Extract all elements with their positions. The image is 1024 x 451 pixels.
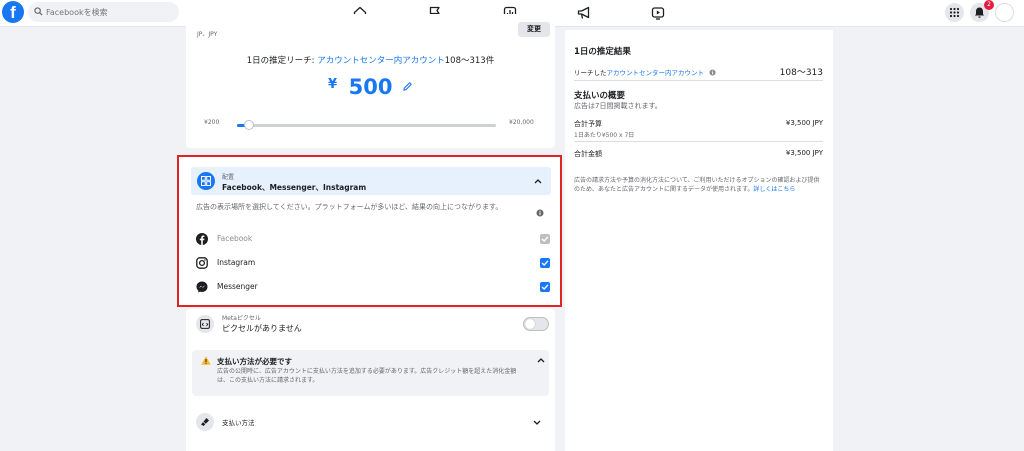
change-button[interactable]: 変更 bbox=[518, 22, 550, 37]
info-icon[interactable] bbox=[709, 69, 716, 76]
payment-method-icon-wrap bbox=[196, 413, 214, 431]
instagram-label: Instagram bbox=[217, 258, 256, 267]
instagram-icon bbox=[196, 257, 208, 269]
menu-grid-button[interactable] bbox=[945, 3, 964, 22]
total-budget-label: 合計予算 bbox=[574, 120, 602, 128]
search-icon bbox=[34, 7, 43, 16]
divider bbox=[574, 141, 823, 142]
budget-amount[interactable]: ¥ 500 bbox=[186, 75, 555, 99]
search-box[interactable] bbox=[28, 2, 179, 22]
video-icon[interactable] bbox=[650, 5, 666, 21]
messenger-label: Messenger bbox=[217, 282, 258, 291]
learn-more-link[interactable]: 詳しくはこちら bbox=[753, 186, 795, 193]
summary-reach-link[interactable]: アカウントセンター内アカウント bbox=[607, 69, 705, 77]
chevron-down-icon[interactable] bbox=[533, 420, 541, 426]
payment-warning-banner: 支払い方法が必要です 広告の公開時に、広告アカウントに支払い方法を追加する必要が… bbox=[192, 350, 549, 396]
location-label-clipped bbox=[197, 17, 297, 21]
divider bbox=[574, 80, 823, 81]
pixel-label: Metaピクセル bbox=[222, 315, 261, 322]
payment-summary-title: 支払いの概要 bbox=[574, 91, 626, 101]
pixel-icon-wrap bbox=[196, 315, 214, 333]
amount-value: 500 bbox=[348, 75, 393, 99]
warning-icon bbox=[201, 356, 211, 365]
summary-panel: 1日の推定結果 リーチしたアカウントセンター内アカウント 108〜313 支払い… bbox=[565, 30, 833, 451]
placement-value: Facebook、Messenger、Instagram bbox=[222, 183, 367, 192]
total-budget-value: ¥3,500 JPY bbox=[785, 119, 823, 127]
currency-symbol: ¥ bbox=[327, 77, 338, 92]
facebook-checkbox[interactable] bbox=[540, 234, 550, 244]
budget-slider-handle[interactable] bbox=[244, 120, 255, 130]
placement-row-facebook[interactable]: Facebook bbox=[196, 232, 551, 246]
grid-icon bbox=[949, 7, 960, 18]
placement-highlight-box: 配置 Facebook、Messenger、Instagram 広告の表示場所を… bbox=[177, 155, 562, 307]
pixel-toggle-knob bbox=[525, 319, 535, 329]
reach-account-link[interactable]: アカウントセンター内アカウント bbox=[317, 56, 445, 66]
total-amount-label: 合計金額 bbox=[574, 150, 602, 158]
instagram-checkbox[interactable] bbox=[540, 258, 550, 268]
credit-card-icon bbox=[201, 418, 209, 426]
location-value: JP、JPY bbox=[197, 31, 218, 38]
reach-range: 108〜313件 bbox=[444, 56, 495, 66]
daily-breakdown: 1日あたり¥500 x 7日 bbox=[574, 132, 635, 139]
slider-min-label: ¥200 bbox=[204, 119, 220, 126]
summary-reach-label: リーチした bbox=[574, 69, 607, 77]
facebook-icon bbox=[196, 233, 208, 245]
messenger-icon bbox=[196, 281, 208, 293]
messenger-checkbox[interactable] bbox=[540, 282, 550, 292]
pencil-icon[interactable] bbox=[402, 81, 413, 92]
pixel-toggle[interactable] bbox=[523, 317, 549, 331]
info-icon[interactable] bbox=[536, 209, 544, 217]
estimated-reach: 1日の推定リーチ: アカウントセンター内アカウント108〜313件 bbox=[186, 54, 555, 66]
search-input[interactable] bbox=[46, 4, 174, 20]
code-icon bbox=[200, 319, 210, 329]
payment-warning-title: 支払い方法が必要です bbox=[217, 357, 292, 366]
payment-method-row[interactable]: 支払い方法 bbox=[186, 406, 555, 438]
pixel-value: ピクセルがありません bbox=[222, 324, 302, 333]
facebook-logo[interactable]: f bbox=[2, 1, 24, 23]
placement-row-messenger[interactable]: Messenger bbox=[196, 280, 551, 294]
billing-disclaimer: 広告の請求方法や予算の消化方法について、ご利用いただけるオプションの確認および提… bbox=[574, 176, 825, 194]
notification-badge: 2 bbox=[984, 0, 994, 10]
budget-card: JP、JPY 変更 1日の推定リーチ: アカウントセンター内アカウント108〜3… bbox=[186, 14, 555, 148]
placement-label: 配置 bbox=[222, 174, 235, 181]
placement-icon bbox=[197, 172, 215, 190]
payment-warning-body: 広告の公開時に、広告アカウントに支払い方法を追加する必要があります。広告クレジッ… bbox=[217, 368, 517, 384]
total-amount-value: ¥3,500 JPY bbox=[785, 149, 823, 157]
pixel-payment-card: Metaピクセル ピクセルがありません 支払い方法が必要です 広告の公開時に、広… bbox=[186, 309, 555, 451]
profile-avatar[interactable] bbox=[995, 3, 1014, 22]
summary-reach: リーチしたアカウントセンター内アカウント bbox=[574, 67, 716, 77]
placement-row-instagram[interactable]: Instagram bbox=[196, 256, 551, 270]
megaphone-icon[interactable] bbox=[576, 5, 592, 21]
slider-max-label: ¥20,000 bbox=[509, 119, 534, 126]
results-title: 1日の推定結果 bbox=[574, 47, 631, 57]
chevron-up-icon[interactable] bbox=[537, 357, 545, 363]
reach-label: 1日の推定リーチ: bbox=[246, 56, 318, 66]
budget-slider-track[interactable] bbox=[237, 120, 496, 130]
placement-description: 広告の表示場所を選択してください。プラットフォームが多いほど、結果の向上につなが… bbox=[196, 203, 503, 211]
summary-reach-value: 108〜313 bbox=[779, 68, 823, 78]
chevron-up-icon[interactable] bbox=[534, 178, 542, 184]
ad-duration-text: 広告は7日間掲載されます。 bbox=[574, 102, 662, 110]
facebook-label: Facebook bbox=[217, 234, 253, 243]
payment-method-label: 支払い方法 bbox=[222, 419, 255, 427]
placement-header[interactable]: 配置 Facebook、Messenger、Instagram bbox=[191, 167, 551, 195]
